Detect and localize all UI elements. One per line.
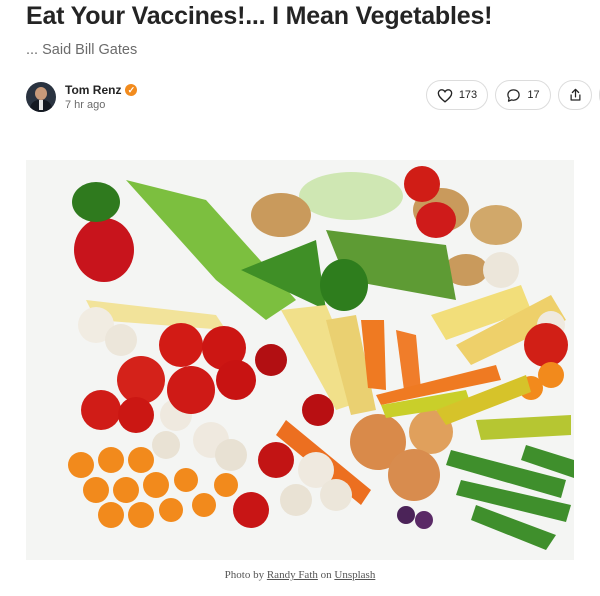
article-title: Eat Your Vaccines!... I Mean Vegetables! — [26, 2, 493, 30]
caption-prefix: Photo by — [224, 569, 265, 581]
speech-bubble-icon — [507, 88, 521, 102]
like-count: 173 — [458, 89, 478, 101]
comment-button[interactable]: 17 — [495, 80, 551, 110]
comment-count: 17 — [527, 89, 540, 101]
article-subtitle: ... Said Bill Gates — [26, 42, 138, 58]
share-button[interactable] — [558, 80, 592, 110]
source-link[interactable]: Unsplash — [334, 569, 375, 581]
author-name[interactable]: Tom Renz — [65, 83, 121, 97]
avatar[interactable] — [26, 82, 56, 112]
photo-caption: Photo by Randy Fath on Unsplash — [0, 569, 600, 581]
heart-icon — [437, 88, 453, 103]
article-hero-image — [26, 160, 574, 560]
vegetables-photo — [26, 160, 574, 560]
like-button[interactable]: 173 — [426, 80, 488, 110]
post-timestamp: 7 hr ago — [65, 99, 106, 111]
photographer-link[interactable]: Randy Fath — [267, 569, 318, 581]
caption-mid: on — [320, 569, 332, 581]
author-byline: Tom Renz ✓ 7 hr ago — [26, 80, 138, 114]
share-icon — [570, 88, 580, 101]
check-badge-icon: ✓ — [125, 84, 138, 96]
post-actions: 173 17 — [426, 80, 600, 110]
